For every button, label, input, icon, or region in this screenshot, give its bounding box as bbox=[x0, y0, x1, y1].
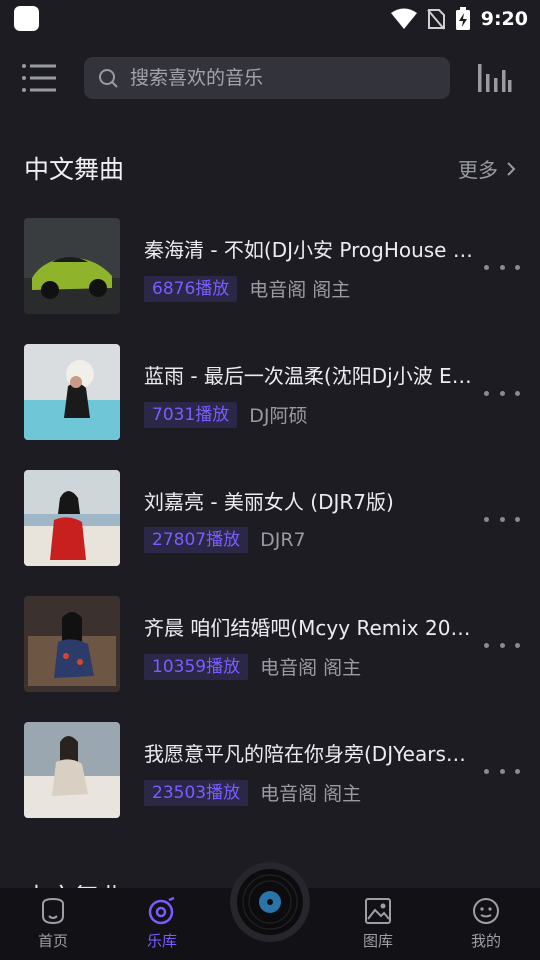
pool-cover-image bbox=[24, 344, 120, 440]
song-item[interactable]: 齐晨 咱们结婚吧(Mcyy Remix 2019) 10359播放 电音阁 阁主 bbox=[0, 596, 540, 694]
top-bar bbox=[0, 52, 540, 104]
song-cover bbox=[24, 218, 120, 314]
more-options-button[interactable] bbox=[484, 636, 520, 654]
song-title: 我愿意平凡的陪在你身旁(DJYearsRemix) bbox=[144, 742, 474, 766]
tab-music-library[interactable]: 乐库 bbox=[117, 888, 207, 960]
song-title: 刘嘉亮 - 美丽女人 (DJR7版) bbox=[144, 490, 394, 514]
song-meta: 6876播放 电音阁 阁主 bbox=[144, 275, 350, 302]
song-item[interactable]: 刘嘉亮 - 美丽女人 (DJR7版) 27807播放 DJR7 bbox=[0, 470, 540, 568]
song-title: 齐晨 咱们结婚吧(Mcyy Remix 2019) bbox=[144, 616, 474, 640]
home-icon bbox=[42, 897, 64, 925]
wifi-icon bbox=[390, 8, 417, 29]
song-meta: 7031播放 DJ阿硕 bbox=[144, 401, 308, 428]
equalizer-icon bbox=[478, 64, 512, 92]
tab-profile[interactable]: 我的 bbox=[441, 888, 531, 960]
hamburger-menu-icon bbox=[22, 64, 56, 92]
tab-gallery-label: 图库 bbox=[362, 932, 393, 950]
battery-charging-icon bbox=[455, 7, 470, 30]
play-count-badge: 23503播放 bbox=[144, 779, 249, 806]
song-item[interactable]: 我愿意平凡的陪在你身旁(DJYearsRemix) 23503播放 电音阁 阁主 bbox=[0, 722, 540, 820]
now-playing-disc-button[interactable] bbox=[230, 862, 310, 942]
section-title: 中文舞曲 bbox=[24, 155, 125, 184]
status-bar: 9:20 bbox=[0, 0, 540, 36]
profile-icon bbox=[473, 898, 499, 924]
song-meta: 23503播放 电音阁 阁主 bbox=[144, 779, 361, 806]
play-count-badge: 10359播放 bbox=[144, 653, 249, 680]
portrait-cover-image bbox=[24, 470, 120, 566]
clock: 9:20 bbox=[480, 8, 528, 30]
search-icon bbox=[99, 69, 118, 88]
song-author: DJR7 bbox=[260, 529, 306, 551]
tab-gallery[interactable]: 图库 bbox=[333, 888, 423, 960]
tab-profile-label: 我的 bbox=[470, 932, 501, 950]
more-label: 更多 bbox=[458, 158, 498, 182]
tab-home-label: 首页 bbox=[37, 932, 68, 950]
song-author: 电音阁 阁主 bbox=[249, 279, 351, 301]
song-title: 蓝雨 - 最后一次温柔(沈阳Dj小波 Electro Remix) bbox=[144, 364, 474, 388]
gallery-icon bbox=[365, 898, 391, 924]
more-options-button[interactable] bbox=[484, 384, 520, 402]
app-notification-icon bbox=[14, 6, 39, 31]
tab-music-library-label: 乐库 bbox=[146, 932, 177, 950]
song-meta: 27807播放 DJR7 bbox=[144, 527, 306, 553]
song-cover bbox=[24, 596, 120, 692]
equalizer-button[interactable] bbox=[476, 62, 512, 94]
more-button[interactable]: 更多 bbox=[458, 154, 516, 183]
no-sim-icon bbox=[426, 9, 445, 30]
bed-cover-image bbox=[24, 722, 120, 818]
song-item[interactable]: 蓝雨 - 最后一次温柔(沈阳Dj小波 Electro Remix) 7031播放… bbox=[0, 344, 540, 442]
song-cover bbox=[24, 470, 120, 566]
song-title: 秦海清 - 不如(DJ小安 ProgHouse Remix) bbox=[144, 238, 474, 262]
song-author: DJ阿硕 bbox=[249, 405, 308, 427]
play-count-badge: 7031播放 bbox=[144, 401, 238, 428]
car-cover-image bbox=[24, 218, 120, 314]
song-author: 电音阁 阁主 bbox=[260, 657, 362, 679]
search-input[interactable] bbox=[128, 66, 432, 90]
song-author: 电音阁 阁主 bbox=[260, 783, 362, 805]
sofa-cover-image bbox=[24, 596, 120, 692]
song-item[interactable]: 秦海清 - 不如(DJ小安 ProgHouse Remix) 6876播放 电音… bbox=[0, 218, 540, 316]
song-cover bbox=[24, 344, 120, 440]
play-count-badge: 27807播放 bbox=[144, 527, 249, 553]
section-header: 中文舞曲 更多 bbox=[0, 140, 540, 196]
music-library-icon bbox=[148, 896, 175, 925]
search-bar[interactable] bbox=[84, 57, 450, 99]
menu-button[interactable] bbox=[22, 62, 58, 94]
more-options-button[interactable] bbox=[484, 762, 520, 780]
status-icons: 9:20 bbox=[390, 6, 528, 32]
tab-home[interactable]: 首页 bbox=[8, 888, 98, 960]
play-count-badge: 6876播放 bbox=[144, 275, 238, 302]
song-cover bbox=[24, 722, 120, 818]
more-options-button[interactable] bbox=[484, 510, 520, 528]
chevron-right-icon bbox=[507, 161, 516, 176]
song-meta: 10359播放 电音阁 阁主 bbox=[144, 653, 361, 680]
more-options-button[interactable] bbox=[484, 258, 520, 276]
